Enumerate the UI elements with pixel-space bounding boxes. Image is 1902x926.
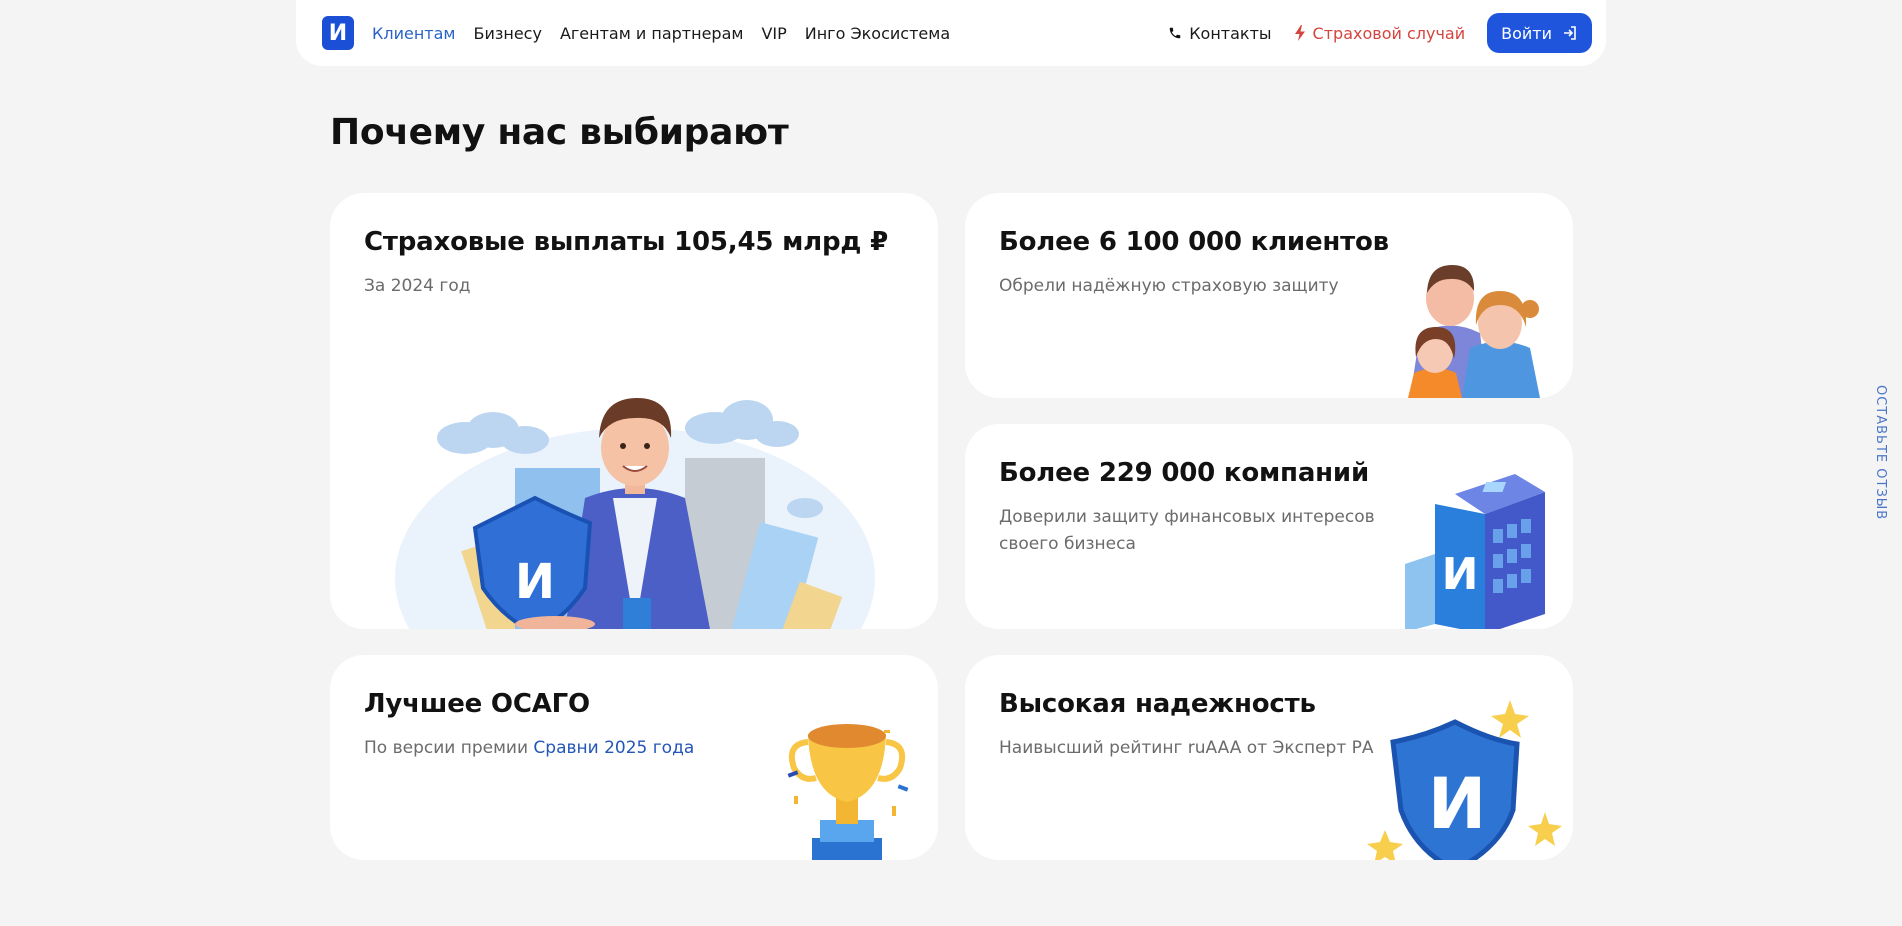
trophy-icon	[787, 724, 909, 860]
nav-clients[interactable]: Клиентам	[372, 24, 455, 43]
top-header: И Клиентам Бизнесу Агентам и партнерам V…	[296, 0, 1606, 66]
nav-vip[interactable]: VIP	[761, 24, 786, 43]
nav-agents-partners[interactable]: Агентам и партнерам	[560, 24, 744, 43]
sravni-award-link[interactable]: Сравни 2025 года	[533, 738, 694, 758]
login-label: Войти	[1501, 23, 1552, 43]
shield-logo-icon: И	[1367, 700, 1562, 860]
insurance-case-link[interactable]: Страховой случай	[1294, 23, 1466, 43]
businessman-illustration: И	[395, 398, 875, 629]
card-best-osago-subtitle-prefix: По версии премии	[364, 738, 534, 758]
brand-logo[interactable]: И	[322, 16, 354, 50]
card-clients: Более 6 100 000 клиентов Обрели надёжную…	[965, 193, 1573, 398]
phone-icon	[1169, 27, 1181, 39]
card-companies-title: Более 229 000 компаний	[999, 458, 1369, 488]
card-best-osago: Лучшее ОСАГО По версии премии Сравни 202…	[330, 655, 938, 860]
card-payouts-subtitle: За 2024 год	[364, 276, 471, 296]
card-clients-subtitle: Обрели надёжную страховую защиту	[999, 276, 1339, 296]
header-actions: Контакты Страховой случай Войти	[1168, 13, 1592, 53]
section-title: Почему нас выбирают	[330, 112, 789, 153]
card-reliability: Высокая надежность Наивысший рейтинг ruA…	[965, 655, 1573, 860]
login-arrow-icon	[1564, 26, 1576, 40]
contacts-link[interactable]: Контакты	[1168, 23, 1272, 43]
login-button[interactable]: Войти	[1487, 13, 1592, 53]
svg-text:И: И	[1442, 549, 1479, 600]
svg-text:И: И	[515, 554, 555, 610]
contacts-label: Контакты	[1189, 23, 1272, 43]
card-companies-subtitle-line2: своего бизнеса	[999, 534, 1136, 554]
insurance-case-label: Страховой случай	[1312, 23, 1466, 43]
building-illustration: И	[1405, 474, 1545, 629]
card-best-osago-subtitle: По версии премии Сравни 2025 года	[364, 735, 694, 762]
card-payouts: Страховые выплаты 105,45 млрд ₽ За 2024 …	[330, 193, 938, 629]
card-clients-title: Более 6 100 000 клиентов	[999, 227, 1389, 257]
card-payouts-title: Страховые выплаты 105,45 млрд ₽	[364, 227, 888, 257]
card-best-osago-title: Лучшее ОСАГО	[364, 689, 590, 719]
card-companies-subtitle: Доверили защиту финансовых интересов сво…	[999, 504, 1375, 558]
feedback-tab[interactable]: ОСТАВЬТЕ ОТЗЫВ	[1873, 385, 1888, 520]
card-companies: Более 229 000 компаний Доверили защиту ф…	[965, 424, 1573, 629]
card-reliability-subtitle: Наивысший рейтинг ruAAA от Эксперт РА	[999, 738, 1374, 758]
card-companies-subtitle-line1: Доверили защиту финансовых интересов	[999, 507, 1375, 527]
nav-ecosystem[interactable]: Инго Экосистема	[805, 24, 950, 43]
lightning-icon	[1294, 25, 1305, 41]
page: И Клиентам Бизнесу Агентам и партнерам V…	[0, 0, 1902, 926]
main-nav: Клиентам Бизнесу Агентам и партнерам VIP…	[372, 24, 950, 43]
card-reliability-title: Высокая надежность	[999, 689, 1316, 719]
nav-business[interactable]: Бизнесу	[473, 24, 541, 43]
people-illustration	[1408, 265, 1540, 398]
svg-text:И: И	[1428, 763, 1487, 845]
